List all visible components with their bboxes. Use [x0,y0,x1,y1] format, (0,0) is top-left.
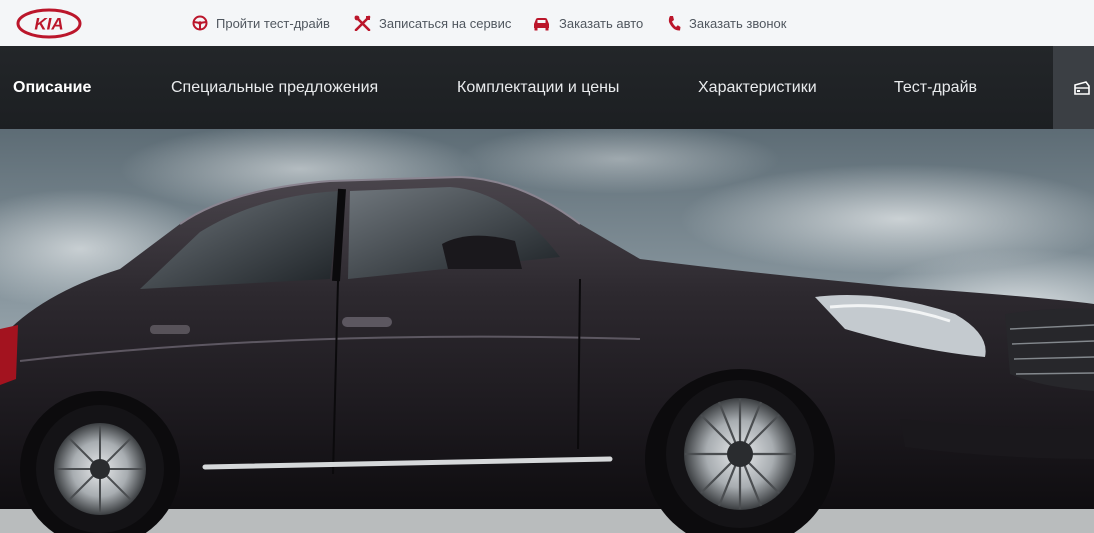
wrench-tools-icon [354,15,371,31]
nav-tab-special-offers-label: Специальные предложения [171,78,379,96]
service-booking-link-label: Записаться на сервис [379,15,512,31]
car-icon [534,17,549,30]
nav-tab-description-label: Описание [13,78,92,96]
nav-tab-trims-prices[interactable]: Комплектации и цены [457,46,619,129]
steering-wheel-icon [192,15,208,31]
kia-logo-text: KIA [34,15,63,34]
model-navigation-bar: Описание Специальные предложения Комплек… [0,46,1094,129]
service-booking-link[interactable]: Записаться на сервис [354,0,511,46]
request-call-link[interactable]: Заказать звонок [667,0,786,46]
order-car-link[interactable]: Заказать авто [532,0,643,46]
hero-car-image [0,129,1094,533]
nav-tab-test-drive[interactable]: Тест-драйв [894,46,977,129]
test-drive-link-label: Пройти тест-драйв [216,15,330,31]
kia-logo-mark: KIA [16,8,82,39]
phone-icon [668,15,681,31]
order-car-link-label: Заказать авто [559,15,644,31]
nav-tab-trims-prices-label: Комплектации и цены [457,78,620,96]
nav-tab-specifications-label: Характеристики [698,78,817,96]
request-call-link-label: Заказать звонок [689,15,787,31]
sedan-illustration [0,129,1094,533]
top-utility-bar: KIA Пройти тест-драйв Записаться на серв… [0,0,1094,46]
test-drive-link[interactable]: Пройти тест-драйв [192,0,330,46]
nav-tab-test-drive-label: Тест-драйв [894,78,977,96]
calculator-icon [1074,80,1090,95]
nav-tab-description[interactable]: Описание [13,46,91,129]
nav-tab-specifications[interactable]: Характеристики [698,46,817,129]
calculator-button[interactable] [1053,46,1094,129]
kia-logo[interactable]: KIA [16,8,82,39]
nav-tab-special-offers[interactable]: Специальные предложения [171,46,378,129]
